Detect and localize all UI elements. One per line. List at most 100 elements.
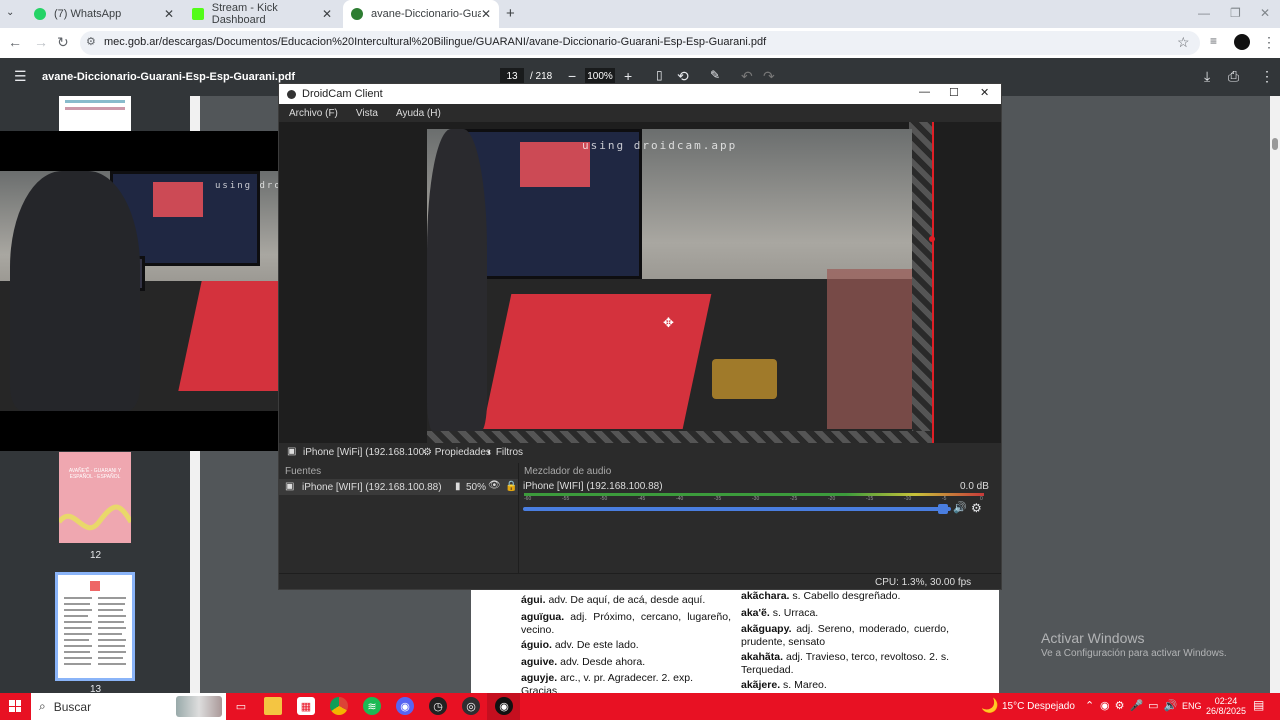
spotify-icon[interactable]: ≋ [363,697,381,715]
zoom-in-icon[interactable]: + [624,68,632,84]
close-icon[interactable]: ✕ [980,86,989,99]
close-icon[interactable]: ✕ [481,7,491,21]
minimize-icon[interactable]: — [919,86,930,98]
menu-archivo[interactable]: Archivo (F) [289,108,338,119]
clock[interactable]: 02:24 26/8/2025 [1206,696,1246,716]
menu-vista[interactable]: Vista [356,108,378,119]
volume-slider[interactable] [523,507,951,511]
bookmark-star-icon[interactable]: ☆ [1177,34,1190,51]
meter-ticks: -60 -55 -50 -45 -40 -35 -30 -25 -20 -15 -10 -5 0 [524,496,984,504]
weather-text[interactable]: 15°C Despejado [1002,701,1075,712]
droidcam-titlebar[interactable]: DroidCam Client — ☐ ✕ [279,84,1001,104]
site-info-icon[interactable]: ⚙ [86,35,96,48]
pdf-filename: avane-Diccionario-Guarani-Esp-Esp-Guaran… [42,71,296,83]
tab-title: Stream - Kick Dashboard [211,2,278,26]
dictionary-entry: aguyje. arc., v. pr. Agradecer. 2. exp. … [521,672,693,693]
close-icon[interactable]: ✕ [164,7,174,21]
dictionary-entry: aguïgua. adj. Próximo, cercano, lugareño… [521,611,731,636]
menu-icon[interactable]: ⋮ [1262,34,1276,51]
thumbnail-text-lines [64,581,126,665]
hamburger-icon[interactable]: ☰ [14,68,27,85]
annotate-icon[interactable]: ✎ [710,68,720,82]
dictionary-entry: águi. adv. De aquí, de acá, desde aquí. [521,594,706,606]
print-icon[interactable]: ⎙ [1228,68,1239,85]
media-icon[interactable]: ≡ [1210,34,1217,48]
source-tab-label[interactable]: iPhone [WiFi] (192.168.100. [303,447,427,458]
source-row[interactable]: ▣ iPhone [WIFI] (192.168.100.88) ▮ 50% 👁… [279,479,518,495]
tab-title: (7) WhatsApp [54,8,122,20]
windows-taskbar: ⌕ Buscar ▭ ▦ ≋ ◉ ◷ ◎ ◉ 🌙 15°C Despejado … [0,693,1280,720]
preview-canvas[interactable]: using droidcam.app ✥ [279,122,1001,443]
thumbnail-page-11[interactable] [59,96,131,131]
forward-icon[interactable]: → [34,34,48,50]
sources-header: Fuentes [285,466,322,477]
chevron-up-icon[interactable]: ⌃ [1085,699,1094,712]
mixer-source-name: iPhone [WIFI] (192.168.100.88) [523,481,663,492]
dictionary-entry: akãjere. s. Mareo. [741,679,827,691]
store-icon[interactable]: ▦ [297,697,315,715]
meter-tick-label: -55 [562,496,570,502]
viewer-scrollbar[interactable] [1270,96,1280,693]
meter-tick-label: -20 [828,496,836,502]
speaker-icon[interactable]: 🔊 [953,501,967,514]
task-view-icon[interactable]: ▭ [232,697,250,715]
maximize-icon[interactable]: ☐ [949,86,959,99]
lock-icon[interactable]: 🔒 [505,481,517,492]
meter-tick-label: -35 [714,496,722,502]
chrome-icon[interactable] [330,697,348,715]
discord-icon[interactable]: ◉ [396,697,414,715]
meter-tick-label: -5 [942,496,947,502]
notification-icon[interactable]: ▤ [1253,698,1264,712]
tray-icons[interactable]: ◉⚙🎤▭🔊 [1100,699,1182,712]
thumbnail-page-12[interactable]: AVAÑE'Ẽ - GUARANI Y ESPAÑOL - ESPAÑOL [59,452,131,543]
gear-icon[interactable]: ⚙ [971,501,982,515]
file-explorer-icon[interactable] [264,697,282,715]
activate-windows-watermark: Activar Windows Ve a Configuración para … [1041,630,1227,659]
source-opacity: 50% [466,482,487,493]
new-tab-button[interactable]: + [506,5,515,22]
thumbnail-label-12: 12 [90,550,102,561]
properties-button[interactable]: ⚙ Propiedades [423,447,491,458]
windows-start-icon[interactable] [9,700,21,712]
window-title: DroidCam Client [302,88,383,100]
droidcam-app-icon [287,89,296,99]
reload-icon[interactable]: ↻ [57,34,69,51]
tab-list-dropdown-icon[interactable]: ⌄ [6,7,14,18]
dictionary-entry: akãguapy. adj. Sereno, moderado, cuerdo,… [741,623,949,648]
clock-app-icon[interactable]: ◷ [429,697,447,715]
bounding-stripes [909,122,933,443]
tab-pdf[interactable]: avane-Diccionario-Guarani-Esp ✕ [343,0,499,28]
fit-page-icon[interactable]: ▯ [656,68,663,82]
minimize-icon[interactable]: — [1198,6,1210,20]
thumbnail-page-13[interactable] [55,572,135,681]
document-icon [351,8,363,20]
tab-whatsapp[interactable]: (7) WhatsApp ✕ [26,0,182,28]
menu-ayuda[interactable]: Ayuda (H) [396,108,441,119]
resize-handle[interactable] [929,236,935,242]
mixer-header: Mezclador de audio [524,466,612,477]
restore-icon[interactable]: ❐ [1230,6,1241,20]
volume-handle[interactable] [938,504,948,514]
close-icon[interactable]: ✕ [322,7,332,21]
back-icon[interactable]: ← [8,34,22,50]
profile-avatar[interactable] [1234,34,1250,50]
download-icon[interactable]: ⤓ [1204,68,1210,85]
address-bar[interactable]: ⚙ mec.gob.ar/descargas/Documentos/Educac… [80,31,1200,55]
time: 02:24 [1214,696,1238,706]
filters-button[interactable]: ◐ Filtros [487,447,523,458]
close-window-icon[interactable]: ✕ [1260,6,1270,20]
scrollbar-thumb[interactable] [1272,138,1278,150]
droidcam-menubar: Archivo (F) Vista Ayuda (H) [279,104,1001,122]
meter-tick-label: -60 [524,496,532,502]
zoom-out-icon[interactable]: − [568,68,576,84]
language-indicator[interactable]: ENG [1182,701,1202,711]
more-icon[interactable]: ⋮ [1260,68,1274,85]
tab-kick[interactable]: Stream - Kick Dashboard ✕ [184,0,340,28]
droidcam-taskbar-active[interactable]: ◉ [487,693,520,720]
taskbar-search[interactable]: ⌕ Buscar [31,693,226,720]
obs-icon[interactable]: ◎ [462,697,480,715]
camera-icon: ▣ [285,481,295,492]
meter-tick-label: -45 [638,496,646,502]
move-cursor-icon: ✥ [663,315,674,330]
visibility-eye-icon[interactable]: 👁 [488,480,501,491]
